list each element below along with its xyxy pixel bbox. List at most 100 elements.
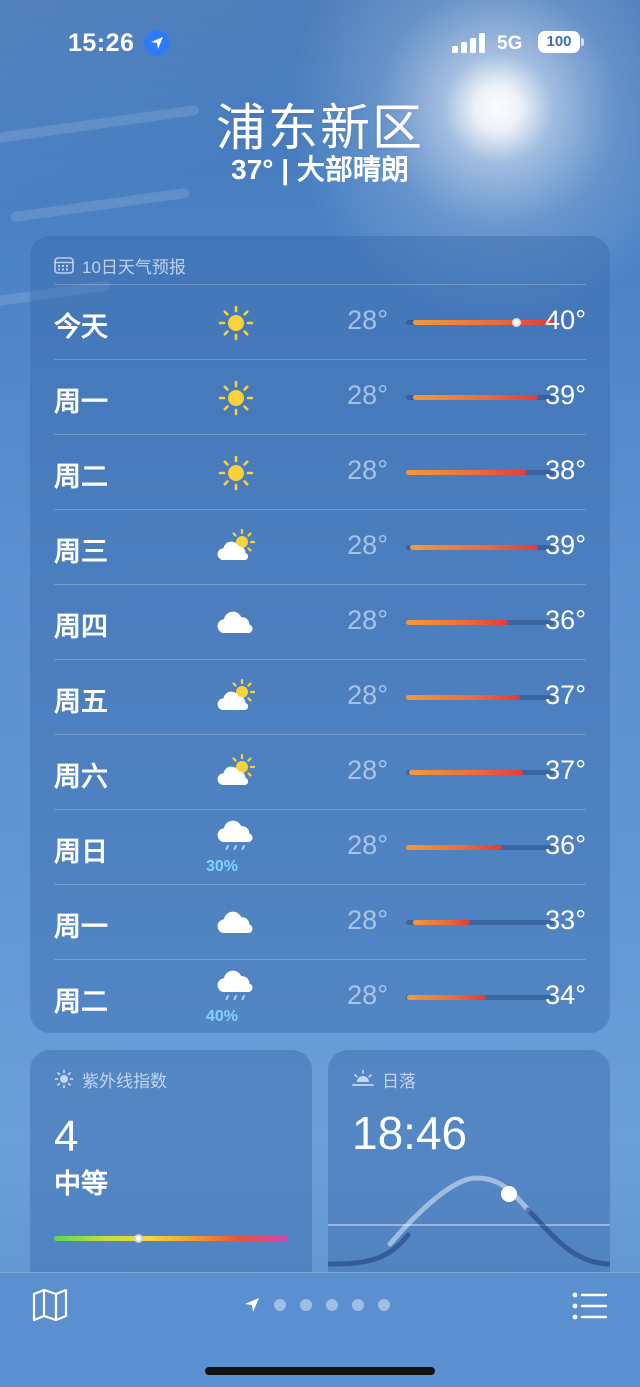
uv-index-card[interactable]: 紫外线指数 4 中等 [30,1050,312,1310]
temp-range-fill [407,995,486,1000]
partly-sunny-icon [212,749,260,797]
forecast-title: 10日天气预报 [82,257,186,277]
status-time: 15:26 [68,29,135,57]
network-type: 5G [497,33,523,54]
forecast-day: 周五 [54,687,108,717]
bottom-toolbar [0,1272,640,1387]
high-temp: 37° [545,755,586,785]
forecast-row[interactable]: 周一 28° 39° [54,359,586,434]
forecast-row[interactable]: 周五 28° 37° [54,659,586,734]
forecast-header: 10日天气预报 [54,254,186,277]
current-summary: 37° | 大部晴朗 [231,154,409,185]
low-temp: 28° [347,380,388,410]
high-temp: 39° [545,530,586,560]
rain-cloud-icon [212,814,260,862]
temp-range-bar [406,545,554,550]
cloud-streak [10,187,190,223]
temp-range-fill [413,320,554,325]
forecast-day: 周一 [54,387,108,417]
uv-level: 中等 [54,1169,108,1199]
list-icon[interactable] [572,1291,608,1321]
forecast-day: 周三 [54,537,108,567]
sunset-time: 18:46 [352,1107,468,1159]
high-temp: 40° [545,305,586,335]
page-dot[interactable] [300,1299,312,1311]
forecast-day: 周一 [54,912,108,942]
home-indicator[interactable] [205,1367,435,1375]
uv-title: 紫外线指数 [82,1071,167,1091]
temp-range-bar [406,395,554,400]
temp-range-fill [408,770,523,775]
temp-range-bar [406,695,554,700]
status-bar: 15:26 5G 100 [0,0,640,86]
temp-range-bar [406,995,554,1000]
page-dot[interactable] [326,1299,338,1311]
sun-small-icon [54,1069,74,1089]
low-temp: 28° [347,755,388,785]
forecast-row[interactable]: 周三 28° 39° [54,509,586,584]
sun-icon [212,449,260,497]
low-temp: 28° [347,455,388,485]
uv-indicator-dot [134,1234,144,1243]
map-icon[interactable] [32,1289,68,1321]
sun-icon [212,299,260,347]
low-temp: 28° [347,680,388,710]
temp-range-bar [406,845,554,850]
sun-icon [212,374,260,422]
temp-range-fill [413,920,470,925]
high-temp: 33° [545,905,586,935]
low-temp: 28° [347,305,388,335]
forecast-day: 周二 [54,987,108,1017]
page-dot[interactable] [274,1299,286,1311]
temp-range-fill [410,545,538,550]
temp-range-bar [406,318,554,327]
low-temp: 28° [347,980,388,1010]
sunset-header: 日落 [352,1068,416,1091]
high-temp: 34° [545,980,586,1010]
forecast-row[interactable]: 今天 28° 40° [54,284,586,359]
sun-path-evening [525,1207,610,1267]
temp-range-bar [406,920,554,925]
calendar-icon [54,257,74,274]
forecast-day: 周二 [54,462,108,492]
page-dot[interactable] [352,1299,364,1311]
high-temp: 37° [545,680,586,710]
location-arrow-icon [144,30,170,56]
temp-range-fill [406,620,509,625]
forecast-row[interactable]: 周六 28° 37° [54,734,586,809]
temp-range-fill [406,470,528,475]
forecast-row[interactable]: 周一 28° 33° [54,884,586,959]
uv-value: 4 [54,1112,79,1161]
rain-cloud-icon [212,964,260,1012]
forecast-row[interactable]: 周二 40% 28° 34° [54,959,586,1034]
temp-range-fill [413,395,538,400]
signal-icon [452,33,488,53]
sunset-title: 日落 [382,1071,416,1091]
sunset-card[interactable]: 日落 18:46 [328,1050,610,1310]
sun-position-dot [501,1186,517,1202]
high-temp: 36° [545,605,586,635]
page-indicator[interactable] [244,1295,390,1315]
uv-scale-bar [54,1234,288,1243]
low-temp: 28° [347,905,388,935]
precip-chance: 30% [205,858,239,875]
forecast-list: 今天 28° 40° 周一 28° 39° 周二 28° 38° 周三 28° 39° 周四 28° 36°… [54,284,586,1034]
ten-day-forecast-card[interactable]: 10日天气预报 今天 28° 40° 周一 28° 39° 周二 28° 38° 周三 28° 39°… [30,236,610,1033]
forecast-day: 周日 [54,837,108,867]
precip-chance: 40% [205,1008,239,1025]
cloud-icon [212,599,260,647]
temp-range-bar [406,770,554,775]
forecast-row[interactable]: 周二 28° 38° [54,434,586,509]
page-dot[interactable] [378,1299,390,1311]
high-temp: 38° [545,455,586,485]
uv-header: 紫外线指数 [54,1068,167,1091]
current-location-icon [245,1298,259,1312]
cloud-icon [212,899,260,947]
forecast-day: 今天 [54,312,108,342]
forecast-row[interactable]: 周日 30% 28° 36° [54,809,586,884]
temp-range-bar [406,470,554,475]
low-temp: 28° [347,605,388,635]
low-temp: 28° [347,530,388,560]
forecast-row[interactable]: 周四 28° 36° [54,584,586,659]
low-temp: 28° [347,830,388,860]
